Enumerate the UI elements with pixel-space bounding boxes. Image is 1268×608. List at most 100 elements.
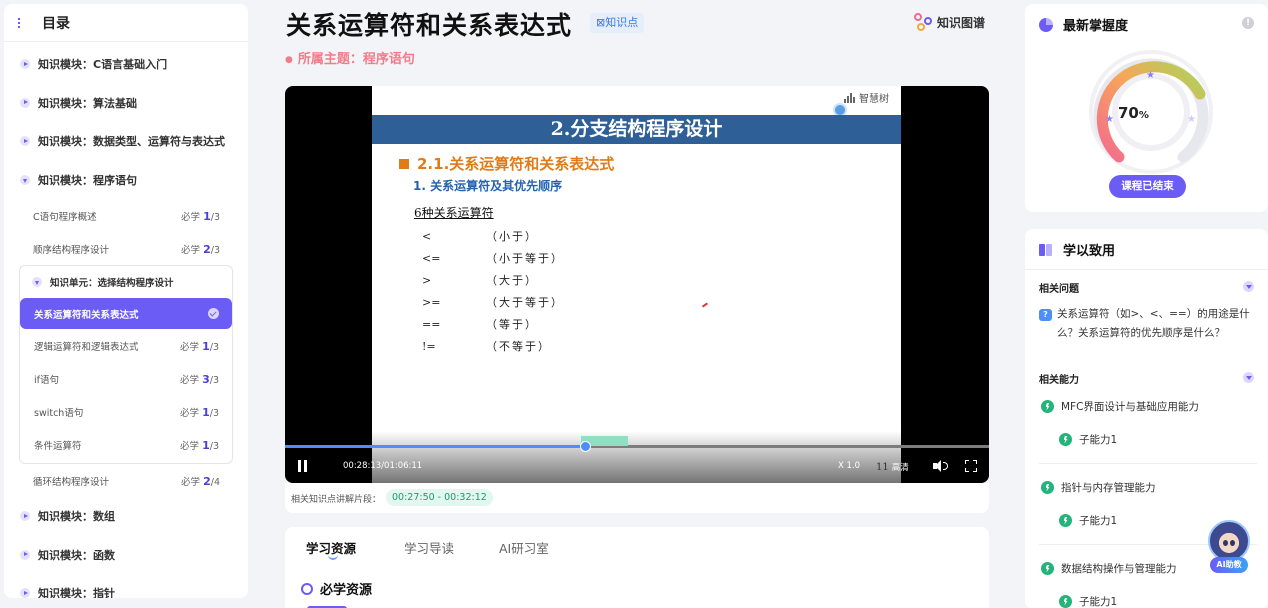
operator-row: <= （小于等于） — [422, 251, 564, 266]
lesson-item-active[interactable]: 关系运算符和关系表达式 — [20, 298, 232, 329]
lesson-item[interactable]: 循环结构程序设计 必学 2/4 — [4, 464, 248, 497]
progress-played — [285, 445, 585, 448]
question-icon: ? — [1039, 309, 1052, 321]
mastery-value: 70% — [1118, 104, 1149, 122]
chevron-down-icon[interactable] — [1243, 281, 1254, 292]
tab-learning-guide[interactable]: 学习导读 — [404, 538, 454, 557]
ai-assistant-button[interactable]: AI助教 — [1204, 520, 1254, 576]
svg-text:★: ★ — [1187, 114, 1196, 125]
operator-row: >= （大于等于） — [422, 295, 564, 310]
page-title: 关系运算符和关系表达式 — [286, 11, 573, 40]
knowledge-point-tag: ⊠知识点 — [590, 13, 645, 33]
volume-icon[interactable] — [933, 460, 948, 472]
ability-item[interactable]: 数据结构操作与管理能力 — [1041, 561, 1177, 576]
pen-mark — [701, 302, 709, 308]
related-segment-bar: 相关知识点讲解片段： 00:27:50 - 00:32:12 — [285, 483, 989, 513]
lesson-progress: 必学 2/4 — [181, 474, 220, 488]
expand-arrow-icon — [20, 588, 30, 598]
related-abilities-heading: 相关能力 — [1039, 375, 1079, 386]
expand-arrow-icon — [20, 97, 30, 108]
lightning-icon — [1059, 514, 1072, 527]
operator-row: == （等于） — [422, 317, 538, 332]
operators-list: < （小于） <= （小于等于） > （大于） >= （大于等于） == （等于） != （… — [422, 225, 564, 357]
sub-ability-item[interactable]: 子能力1 — [1059, 432, 1117, 447]
lecture-slide: 智慧树 2.分支结构程序设计 2.1.关系运算符和关系表达式 1. 关系运算符及… — [372, 86, 901, 483]
lesson-label: 关系运算符和关系表达式 — [34, 309, 139, 321]
video-player[interactable]: 智慧树 2.分支结构程序设计 2.1.关系运算符和关系表达式 1. 关系运算符及… — [285, 86, 989, 483]
collapse-arrow-icon — [20, 174, 30, 185]
lightning-icon — [1041, 562, 1054, 575]
module-item-open[interactable]: 知识模块：程序语句 — [4, 161, 248, 200]
platform-logo: 智慧树 — [844, 90, 889, 105]
logo-bars-icon — [844, 92, 856, 103]
check-icon — [208, 308, 219, 319]
module-item[interactable]: 知识模块：C语言基础入门 — [4, 45, 248, 84]
catalog-header: 目录 — [4, 4, 248, 42]
lesson-label: 逻辑运算符和逻辑表达式 — [34, 341, 139, 353]
module-label: 知识模块：数组 — [38, 510, 115, 524]
lesson-progress: 必学 2/3 — [181, 242, 220, 256]
quality-button[interactable]: 11 高清 — [876, 461, 909, 473]
related-segment-time[interactable]: 00:27:50 - 00:32:12 — [386, 489, 493, 506]
svg-text:★: ★ — [1146, 70, 1155, 81]
must-learn-heading: 必学资源 — [301, 579, 372, 598]
module-label: 知识模块：数据类型、运算符与表达式 — [38, 135, 225, 149]
lesson-item[interactable]: if语句 必学 3/3 — [20, 362, 232, 395]
progress-handle[interactable] — [580, 441, 591, 452]
lightning-icon — [1041, 481, 1054, 494]
active-tab-indicator — [328, 555, 338, 560]
module-item[interactable]: 知识模块：算法基础 — [4, 84, 248, 123]
lesson-item[interactable]: 逻辑运算符和逻辑表达式 必学 1/3 — [20, 329, 232, 362]
slide-section-title: 2.1.关系运算符和关系表达式 — [399, 153, 614, 174]
lesson-item[interactable]: C语句程序概述 必学 1/3 — [4, 199, 248, 232]
playback-time: 00:28:13/01:06:11 — [343, 461, 423, 471]
divider — [1039, 463, 1257, 464]
sub-ability-item[interactable]: 子能力1 — [1059, 513, 1117, 528]
knowledge-graph-button[interactable]: 知识图谱 — [914, 13, 985, 31]
catalog-title: 目录 — [42, 15, 70, 32]
mastery-gauge: ★ ★ ★ — [1089, 50, 1213, 174]
chevron-down-icon[interactable] — [1243, 372, 1254, 383]
playback-speed-button[interactable]: X 1.0 — [838, 461, 860, 471]
module-item[interactable]: 知识模块：数据类型、运算符与表达式 — [4, 122, 248, 161]
unit-header[interactable]: 知识单元：选择结构程序设计 — [20, 266, 232, 298]
ability-item[interactable]: 指针与内存管理能力 — [1041, 480, 1156, 495]
resources-card: 学习资源 学习导读 AI研习室 必学资源 — [285, 527, 989, 608]
related-question[interactable]: 关系运算符（如>、<、==）的用途是什么？关系运算符的优先顺序是什么？ — [1057, 305, 1257, 343]
module-item[interactable]: 知识模块：函数 — [4, 536, 248, 575]
mastery-card: 最新掌握度 ! ★ ★ ★ 70% 课程已结束 — [1025, 4, 1268, 212]
operators-heading: 6种关系运算符 — [414, 206, 494, 220]
sub-ability-item[interactable]: 子能力1 — [1059, 594, 1117, 608]
lesson-progress: 必学 1/3 — [180, 405, 219, 419]
ability-item[interactable]: MFC界面设计与基础应用能力 — [1041, 399, 1199, 414]
lesson-label: if语句 — [34, 374, 59, 386]
module-label: 知识模块：算法基础 — [38, 96, 137, 110]
lesson-label: switch语句 — [34, 407, 84, 419]
pause-icon[interactable] — [297, 460, 309, 472]
pie-chart-icon — [1039, 17, 1053, 32]
apply-header: 学以致用 — [1039, 240, 1115, 259]
lesson-item[interactable]: 顺序结构程序设计 必学 2/3 — [4, 232, 248, 265]
operator-row: < （小于） — [422, 229, 538, 244]
expand-arrow-icon — [20, 59, 30, 70]
topic-label: 所属主题：程序语句 — [285, 48, 415, 67]
related-questions-heading: 相关问题 — [1039, 284, 1079, 295]
ai-assistant-label: AI助教 — [1210, 557, 1248, 573]
info-icon[interactable]: ! — [1242, 17, 1254, 29]
module-label: 知识模块：函数 — [38, 548, 115, 562]
lesson-item[interactable]: 条件运算符 必学 1/3 — [20, 428, 232, 461]
expand-arrow-icon — [20, 136, 30, 147]
knowledge-unit: 知识单元：选择结构程序设计 关系运算符和关系表达式 逻辑运算符和逻辑表达式 必学… — [19, 265, 233, 464]
lesson-label: 循环结构程序设计 — [33, 476, 110, 488]
lesson-progress: 必学 1/3 — [180, 339, 219, 353]
lesson-item[interactable]: switch语句 必学 1/3 — [20, 395, 232, 428]
tab-ai-lab[interactable]: AI研习室 — [499, 538, 549, 557]
ring-bullet-icon — [301, 582, 313, 595]
lesson-progress: 必学 1/3 — [180, 438, 219, 452]
module-item[interactable]: 知识模块：指针 — [4, 574, 248, 598]
catalog-sidebar: 目录 知识模块：C语言基础入门 知识模块：算法基础 知识模块：数据类型、运算符与… — [4, 4, 248, 598]
expand-arrow-icon — [20, 511, 30, 522]
fullscreen-icon[interactable] — [965, 460, 977, 472]
lesson-label: 条件运算符 — [34, 440, 82, 452]
module-item[interactable]: 知识模块：数组 — [4, 497, 248, 536]
